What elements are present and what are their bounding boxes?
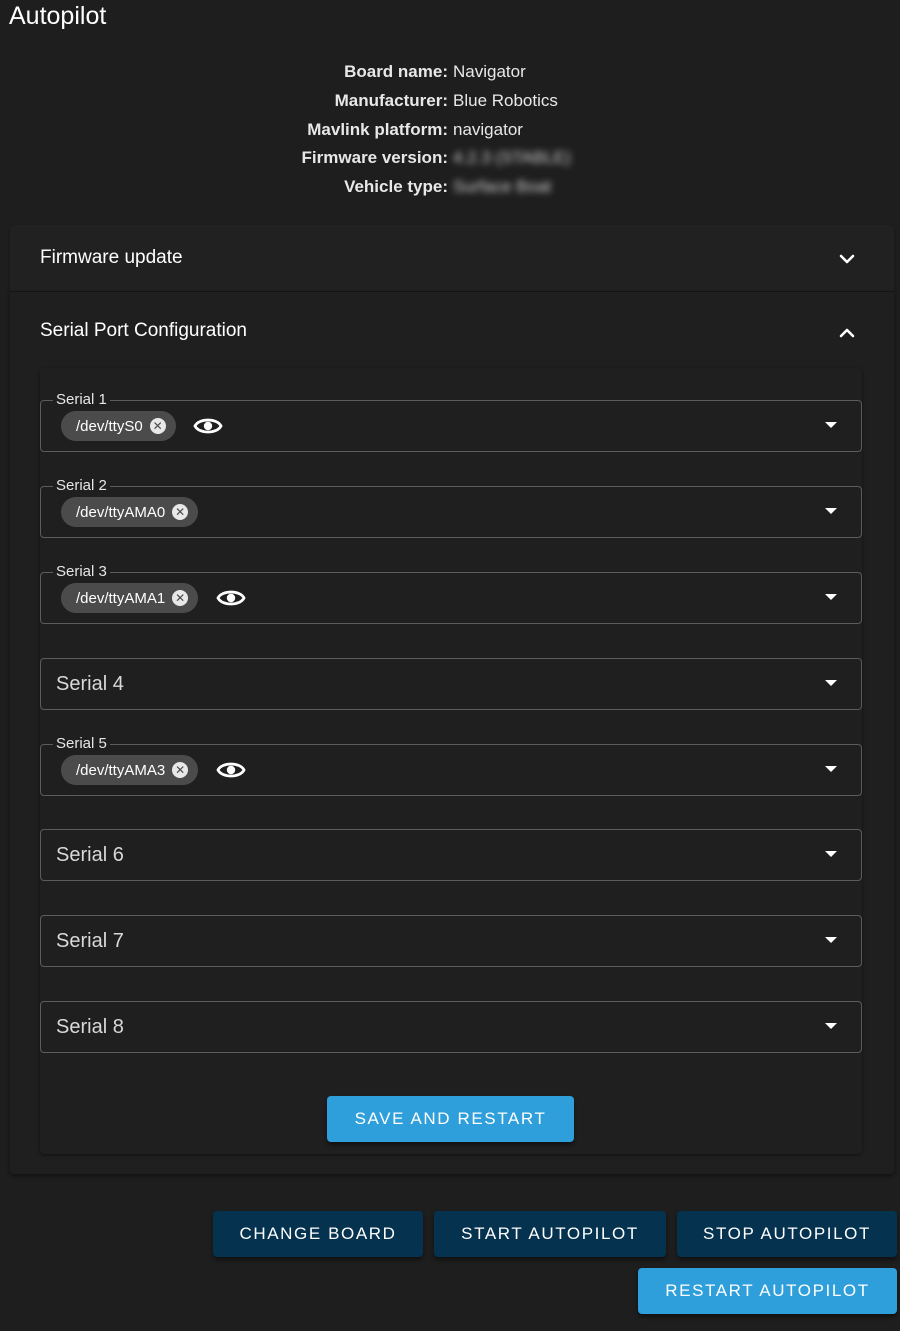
info-label: Vehicle type: xyxy=(344,177,448,196)
serial-4-select[interactable]: Serial 4 xyxy=(40,658,862,710)
info-label: Firmware version: xyxy=(301,148,448,168)
info-label: Board name: xyxy=(344,62,448,81)
dropdown-arrow-icon[interactable] xyxy=(825,766,837,772)
serial-port-panel: Serial Port Configuration Serial 1 /dev/… xyxy=(10,292,894,1174)
selected-port-chip: /dev/ttyAMA1 ✕ xyxy=(61,583,199,613)
close-icon[interactable]: ✕ xyxy=(172,590,189,606)
save-and-restart-button[interactable]: SAVE AND RESTART xyxy=(327,1096,574,1142)
firmware-update-title: Firmware update xyxy=(40,247,183,268)
chip-label: /dev/ttyAMA3 xyxy=(76,761,166,779)
info-row-firmware-version: Firmware version: 4.2.3 (STABLE) xyxy=(0,144,900,173)
info-row-board-name: Board name: Navigator xyxy=(0,58,900,87)
field-placeholder: Serial 4 xyxy=(56,673,124,695)
serial-1-select[interactable]: Serial 1 /dev/ttyS0 ✕ xyxy=(40,391,862,452)
serial-2-select[interactable]: Serial 2 /dev/ttyAMA0 ✕ xyxy=(40,477,862,538)
field-label: Serial 3 xyxy=(53,563,110,581)
dropdown-arrow-icon[interactable] xyxy=(825,508,837,514)
info-row-manufacturer: Manufacturer: Blue Robotics xyxy=(0,87,900,116)
eye-icon[interactable] xyxy=(193,414,223,438)
serial-8-select[interactable]: Serial 8 xyxy=(40,1001,862,1053)
dropdown-arrow-icon[interactable] xyxy=(825,680,837,686)
dropdown-arrow-icon[interactable] xyxy=(825,851,837,857)
dropdown-arrow-icon[interactable] xyxy=(825,594,837,600)
serial-port-card: Serial 1 /dev/ttyS0 ✕ Serial 2 /dev/ttyA… xyxy=(40,368,862,1154)
field-label: Serial 2 xyxy=(53,477,110,495)
info-value-blurred: Surface Boat xyxy=(453,177,552,196)
page-title: Autopilot xyxy=(9,2,107,30)
field-placeholder: Serial 6 xyxy=(56,844,124,866)
autopilot-page: Autopilot Board name: Navigator Manufact… xyxy=(0,0,900,1331)
info-label: Manufacturer: xyxy=(334,90,448,110)
eye-icon[interactable] xyxy=(216,758,246,782)
chip-label: /dev/ttyS0 xyxy=(76,417,143,435)
eye-icon[interactable] xyxy=(216,586,246,610)
chip-label: /dev/ttyAMA1 xyxy=(76,589,166,607)
serial-5-select[interactable]: Serial 5 /dev/ttyAMA3 ✕ xyxy=(40,735,862,796)
info-row-vehicle-type: Vehicle type: Surface Boat xyxy=(0,173,900,202)
info-value-blurred: 4.2.3 (STABLE) xyxy=(453,148,571,168)
start-autopilot-button[interactable]: START AUTOPILOT xyxy=(434,1211,666,1257)
close-icon[interactable]: ✕ xyxy=(172,762,189,778)
info-value: Blue Robotics xyxy=(453,90,558,110)
selected-port-chip: /dev/ttyAMA3 ✕ xyxy=(61,755,199,785)
chip-label: /dev/ttyAMA0 xyxy=(76,503,166,521)
field-placeholder: Serial 7 xyxy=(56,930,124,952)
chevron-down-icon[interactable] xyxy=(838,250,856,268)
close-icon[interactable]: ✕ xyxy=(172,504,189,520)
serial-port-title[interactable]: Serial Port Configuration xyxy=(40,319,247,343)
selected-port-chip: /dev/ttyAMA0 ✕ xyxy=(61,497,199,527)
close-icon[interactable]: ✕ xyxy=(149,418,166,434)
field-label: Serial 1 xyxy=(53,391,110,409)
change-board-button[interactable]: CHANGE BOARD xyxy=(213,1211,423,1257)
serial-3-select[interactable]: Serial 3 /dev/ttyAMA1 ✕ xyxy=(40,563,862,624)
restart-autopilot-button[interactable]: RESTART AUTOPILOT xyxy=(638,1268,897,1314)
serial-6-select[interactable]: Serial 6 xyxy=(40,829,862,881)
field-placeholder: Serial 8 xyxy=(56,1016,124,1038)
serial-7-select[interactable]: Serial 7 xyxy=(40,915,862,967)
dropdown-arrow-icon[interactable] xyxy=(825,422,837,428)
info-row-mavlink-platform: Mavlink platform: navigator xyxy=(0,116,900,145)
dropdown-arrow-icon[interactable] xyxy=(825,1023,837,1029)
firmware-update-panel[interactable]: Firmware update xyxy=(10,225,894,291)
dropdown-arrow-icon[interactable] xyxy=(825,937,837,943)
info-value: Navigator xyxy=(453,62,526,81)
field-label: Serial 5 xyxy=(53,735,110,753)
board-info: Board name: Navigator Manufacturer: Blue… xyxy=(0,58,900,202)
info-value: navigator xyxy=(453,119,523,139)
stop-autopilot-button[interactable]: STOP AUTOPILOT xyxy=(677,1211,897,1257)
info-label: Mavlink platform: xyxy=(307,119,448,139)
chevron-up-icon[interactable] xyxy=(838,324,856,342)
selected-port-chip: /dev/ttyS0 ✕ xyxy=(61,411,176,441)
